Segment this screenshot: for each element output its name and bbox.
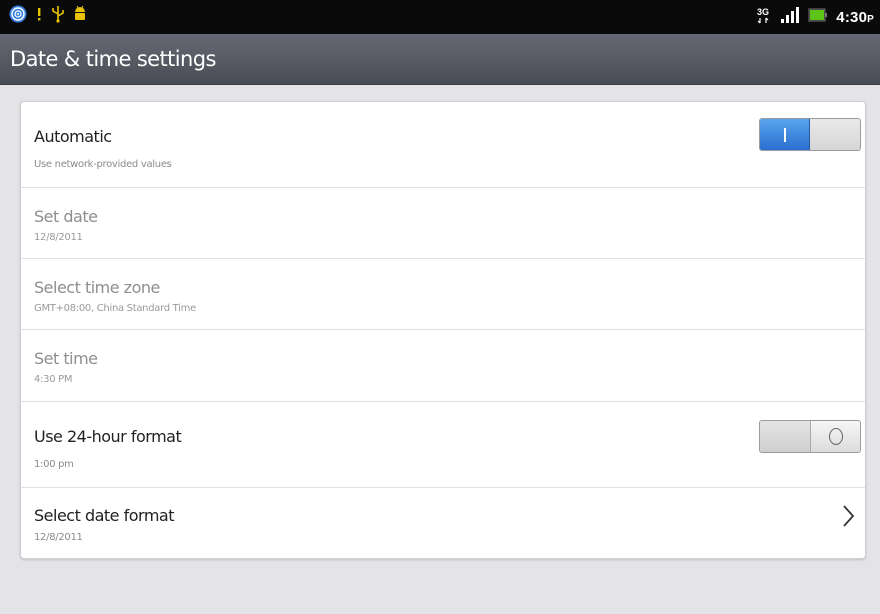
usb-icon: [51, 5, 65, 27]
network-3g-icon: 3G: [756, 5, 772, 29]
setting-title: Automatic: [34, 127, 112, 146]
status-bar: 3G 4:30P: [0, 0, 880, 34]
setting-select-time-zone[interactable]: Select time zone GMT+08:00, China Standa…: [21, 259, 865, 330]
automatic-toggle[interactable]: [759, 118, 861, 151]
target-icon: [9, 5, 27, 27]
setting-summary: 12/8/2011: [34, 232, 83, 243]
setting-select-date-format[interactable]: Select date format 12/8/2011: [21, 488, 865, 560]
24-hour-toggle[interactable]: [759, 420, 861, 453]
clock: 4:30P: [836, 9, 874, 26]
svg-text:3G: 3G: [757, 7, 769, 17]
setting-summary: GMT+08:00, China Standard Time: [34, 303, 196, 314]
toggle-off-half: [810, 119, 860, 150]
chevron-right-icon: [841, 504, 855, 528]
signal-icon: [780, 6, 800, 28]
setting-summary: 12/8/2011: [34, 532, 83, 543]
toggle-on-half: [760, 119, 810, 150]
clock-time: 4:30: [836, 8, 868, 26]
setting-summary: Use network-provided values: [34, 159, 172, 170]
setting-title: Select date format: [34, 506, 175, 525]
page-title: Date & time settings: [10, 47, 216, 71]
setting-set-time[interactable]: Set time 4:30 PM: [21, 330, 865, 402]
android-debug-icon: [73, 5, 87, 27]
setting-set-date[interactable]: Set date 12/8/2011: [21, 188, 865, 259]
clock-suffix: P: [867, 13, 874, 25]
setting-summary: 4:30 PM: [34, 374, 73, 385]
setting-title: Set time: [34, 349, 98, 368]
setting-automatic[interactable]: Automatic Use network-provided values: [21, 102, 865, 188]
setting-title: Use 24-hour format: [34, 427, 182, 446]
setting-title: Select time zone: [34, 278, 160, 297]
settings-list: Automatic Use network-provided values Se…: [20, 101, 866, 559]
warning-icon: [35, 6, 43, 26]
title-bar: Date & time settings: [0, 34, 880, 85]
toggle-off-half: [810, 421, 860, 452]
setting-title: Set date: [34, 207, 98, 226]
setting-summary: 1:00 pm: [34, 459, 74, 470]
battery-icon: [808, 6, 828, 28]
toggle-on-half: [760, 421, 810, 452]
setting-use-24-hour-format[interactable]: Use 24-hour format 1:00 pm: [21, 402, 865, 488]
